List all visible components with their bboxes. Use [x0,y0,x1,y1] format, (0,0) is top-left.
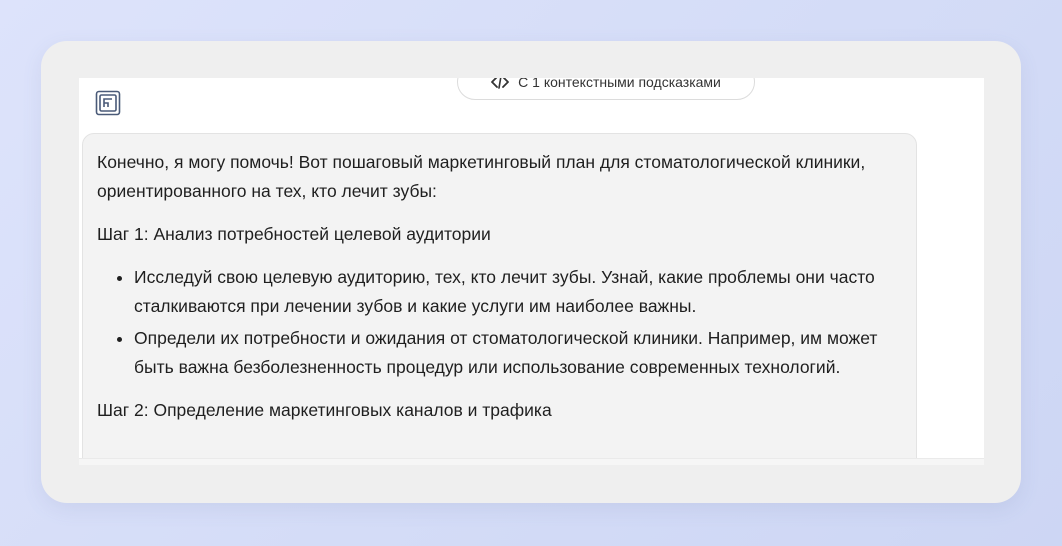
list-item: Определи их потребности и ожидания от ст… [134,324,902,382]
step1-title: Шаг 1: Анализ потребностей целевой аудит… [97,224,491,244]
context-hints-label: С 1 контекстными подсказками [518,78,721,90]
context-hints-pill[interactable]: С 1 контекстными подсказками [457,78,755,100]
window-bottom-edge [79,458,984,465]
step1-list: Исследуй свою целевую аудиторию, тех, кт… [97,263,902,382]
chat-window: С 1 контекстными подсказками Конечно, я … [79,78,984,465]
message-intro: Конечно, я могу помочь! Вот пошаговый ма… [97,152,866,201]
list-item: Исследуй свою целевую аудиторию, тех, кт… [134,263,902,321]
context-hints-icon [491,78,510,89]
step2-title: Шаг 2: Определение маркетинговых каналов… [97,400,552,420]
assistant-message: Конечно, я могу помочь! Вот пошаговый ма… [82,133,917,465]
app-logo-icon [95,90,121,116]
